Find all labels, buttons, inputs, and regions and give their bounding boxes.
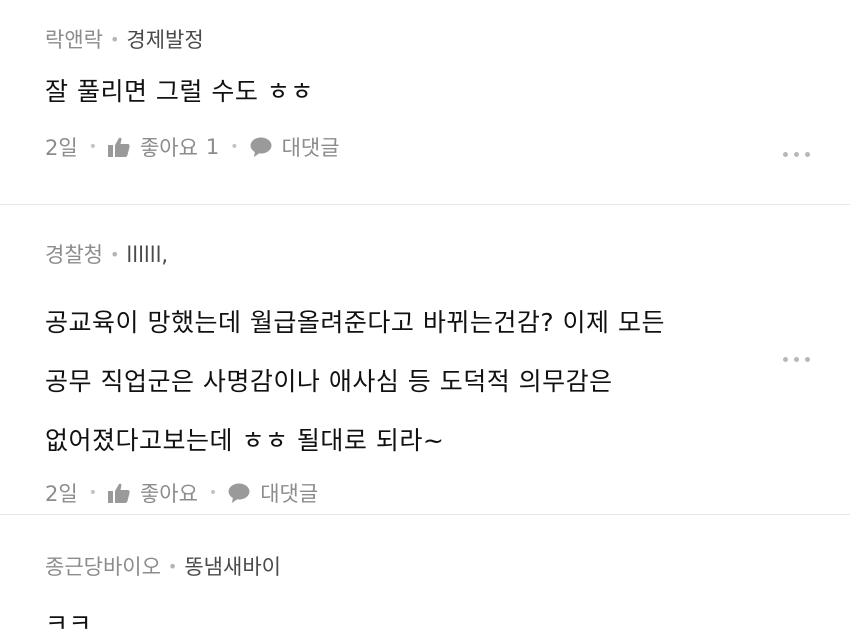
dot (794, 357, 799, 362)
comment-line: 공무 직업군은 사명감이나 애사심 등 도덕적 의무감은 (45, 367, 613, 396)
more-dots-icon[interactable] (783, 152, 810, 157)
user-nickname[interactable]: 똥냄새바이 (184, 553, 281, 581)
dot (805, 357, 810, 362)
like-count: 1 (205, 135, 220, 159)
user-nickname[interactable]: llllll, (126, 241, 168, 269)
comment-time: 2일 (45, 482, 78, 506)
like-button[interactable]: 좋아요 1 (107, 132, 220, 162)
reply-label: 대댓글 (260, 482, 319, 506)
comment-item: 종근당바이오 • 똥냄새바이 ㅋㅋ (0, 515, 850, 637)
comment-line: 잘 풀리면 그럴 수도 ㅎㅎ (45, 77, 314, 106)
more-dots-icon[interactable] (783, 357, 810, 362)
action-separator: • (88, 139, 97, 155)
reply-button[interactable]: 대댓글 (228, 478, 318, 508)
action-separator: • (208, 485, 218, 501)
thumbs-up-icon (107, 137, 130, 157)
comment-actions: 2일 • 좋아요 1 • 대댓글 (45, 132, 850, 162)
meta-separator: • (109, 245, 120, 264)
dot (805, 152, 810, 157)
comment-line: ㅋㅋ (45, 609, 93, 637)
speech-bubble-icon (228, 483, 250, 503)
comment-feed: 락앤락 • 경제발정 잘 풀리면 그럴 수도 ㅎㅎ 2일 • 좋아요 1 • 대… (0, 0, 850, 637)
action-separator: • (88, 485, 97, 501)
dot (783, 152, 788, 157)
meta-separator: • (167, 557, 178, 576)
like-label: 좋아요 (139, 136, 198, 160)
comment-time: 2일 (45, 136, 78, 160)
dot (783, 357, 788, 362)
comment-meta: 경찰청 • llllll, (45, 241, 850, 269)
meta-separator: • (109, 30, 120, 49)
speech-bubble-icon (250, 137, 272, 157)
user-level: 경찰청 (45, 243, 103, 267)
reply-button[interactable]: 대댓글 (250, 132, 340, 162)
comment-line: 공교육이 망했는데 월급올려준다고 바뀌는건감? 이제 모든 (45, 308, 666, 337)
comment-body: 잘 풀리면 그럴 수도 ㅎㅎ (45, 72, 850, 112)
action-separator: • (230, 139, 239, 155)
comment-line: 없어졌다고보는데 ㅎㅎ 될대로 되라~ (45, 426, 445, 455)
user-level: 락앤락 (45, 28, 103, 52)
comment-meta: 종근당바이오 • 똥냄새바이 (45, 553, 850, 581)
comment-item: 경찰청 • llllll, 공교육이 망했는데 월급올려준다고 바뀌는건감? 이… (0, 205, 850, 515)
comment-actions: 2일 • 좋아요 • 대댓글 (45, 478, 850, 508)
comment-item: 락앤락 • 경제발정 잘 풀리면 그럴 수도 ㅎㅎ 2일 • 좋아요 1 • 대… (0, 0, 850, 205)
comment-body: ㅋㅋ (45, 607, 850, 637)
thumbs-up-icon (107, 483, 130, 503)
user-nickname[interactable]: 경제발정 (126, 26, 203, 54)
user-level: 종근당바이오 (45, 555, 161, 579)
comment-body: 공교육이 망했는데 월급올려준다고 바뀌는건감? 이제 모든 공무 직업군은 사… (45, 293, 850, 470)
like-button[interactable]: 좋아요 (107, 478, 198, 508)
comment-meta: 락앤락 • 경제발정 (45, 26, 850, 54)
like-label: 좋아요 (139, 482, 198, 506)
reply-label: 대댓글 (281, 136, 340, 160)
dot (794, 152, 799, 157)
